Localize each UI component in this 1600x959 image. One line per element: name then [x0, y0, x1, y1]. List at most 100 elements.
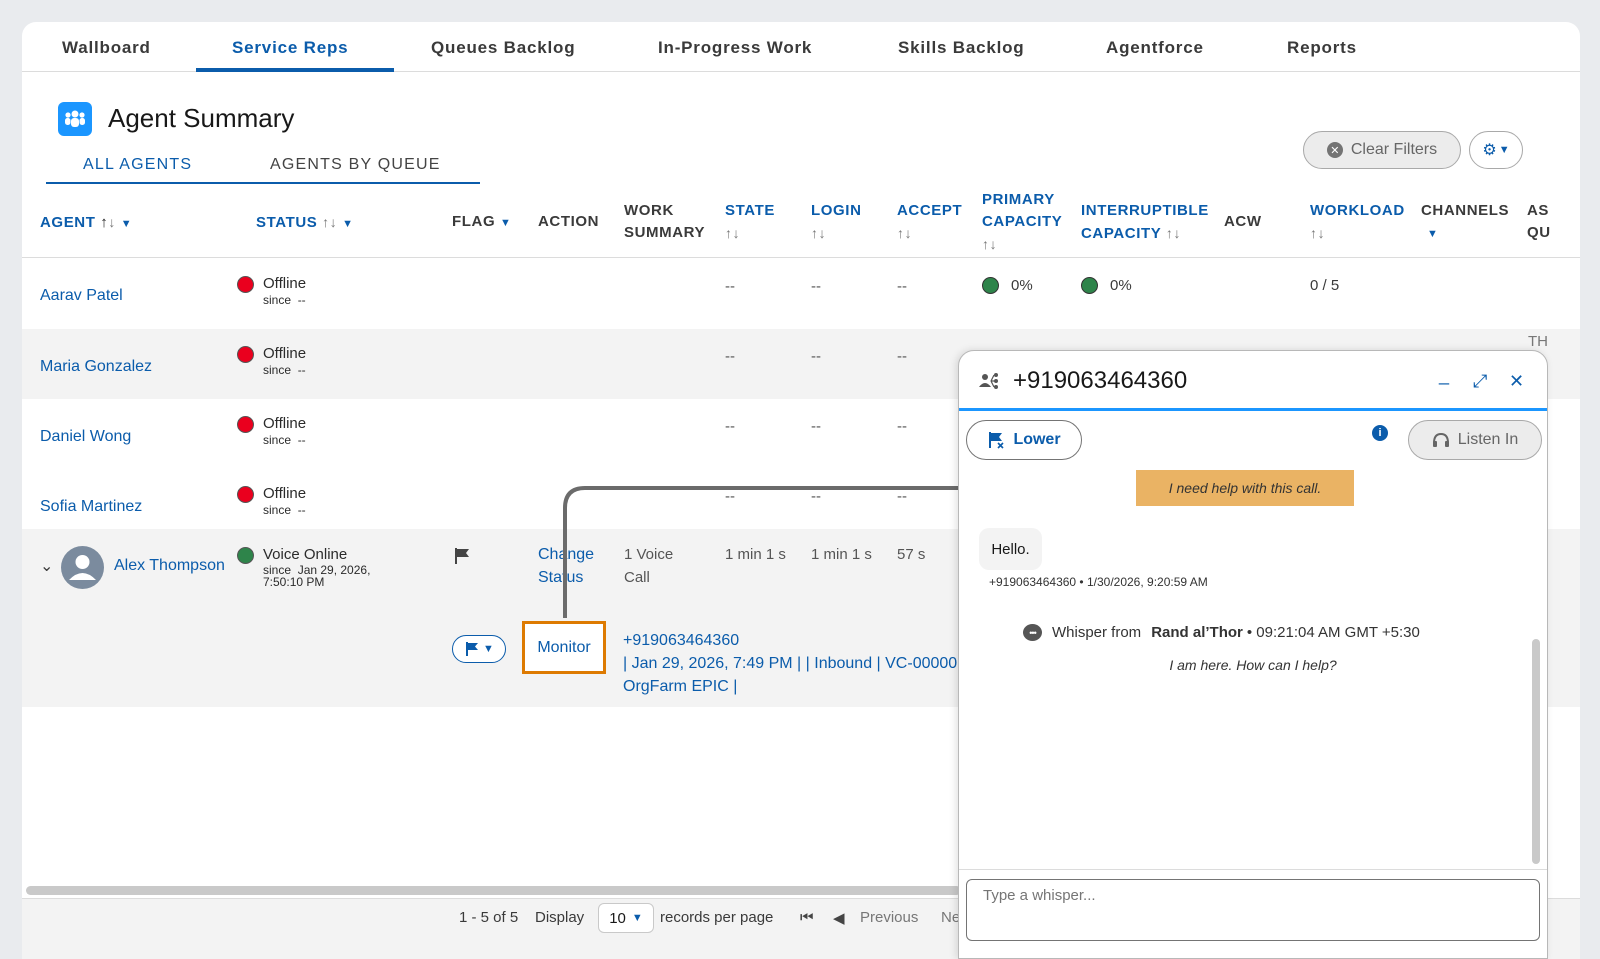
flag-lower-icon: [989, 432, 1005, 449]
column-primary-capacity-line2: CAPACITY: [982, 213, 1063, 230]
close-icon[interactable]: ✕: [1509, 371, 1524, 392]
page-size-select[interactable]: 10 ▼: [598, 903, 654, 933]
tab-reports[interactable]: Reports: [1287, 38, 1357, 58]
sort-icon: ↓: [108, 214, 116, 230]
lower-label: Lower: [1013, 431, 1061, 448]
work-item-details[interactable]: | Jan 29, 2026, 7:49 PM | | Inbound | VC…: [623, 652, 957, 675]
column-state[interactable]: STATE ↑↓: [725, 200, 775, 244]
status-text: Offline: [263, 415, 307, 432]
panel-title: +919063464360: [1013, 367, 1188, 394]
table-header: AGENT ↑↓ ▼ STATUS ↑↓ ▼ FLAG ▼ ACTION WOR…: [22, 185, 1580, 258]
horizontal-scrollbar[interactable]: [26, 886, 961, 895]
state-value: --: [725, 488, 735, 505]
workload-value: 0 / 5: [1310, 277, 1340, 294]
tab-wallboard[interactable]: Wallboard: [62, 38, 151, 58]
online-status-icon: [237, 547, 254, 564]
chevron-down-icon: ▼: [342, 218, 354, 230]
first-page-icon[interactable]: ⏮: [800, 909, 814, 926]
table-row: Aarav Patel Offline since -- -- -- -- 0%…: [22, 259, 1580, 329]
gear-icon: ⚙: [1482, 142, 1497, 159]
column-interruptible-capacity[interactable]: INTERRUPTIBLE CAPACITY ↑↓: [1081, 200, 1209, 245]
change-status-link-line1[interactable]: Change: [538, 546, 594, 564]
column-interruptible-capacity-line2: CAPACITY: [1081, 225, 1162, 242]
agent-link[interactable]: Daniel Wong: [40, 428, 131, 446]
previous-icon[interactable]: ◀: [833, 909, 845, 927]
column-accept[interactable]: ACCEPT ↑↓: [897, 200, 962, 244]
whisper-time: • 09:21:04 AM GMT +5:30: [1246, 624, 1420, 641]
agent-link[interactable]: Maria Gonzalez: [40, 358, 152, 376]
offline-status-icon: [237, 486, 254, 503]
column-assigned-queues: AS QU: [1527, 200, 1551, 244]
chat-message-bubble: Hello.: [979, 528, 1042, 570]
column-work-summary: WORK SUMMARY: [624, 200, 705, 244]
work-item-queue[interactable]: OrgFarm EPIC |: [623, 675, 737, 698]
column-flag[interactable]: FLAG ▼: [452, 211, 512, 234]
capacity-status-icon: [1081, 277, 1098, 294]
clear-filters-label: Clear Filters: [1350, 141, 1438, 158]
agent-link[interactable]: Sofia Martinez: [40, 498, 142, 516]
chat-message-meta: +919063464360 • 1/30/2026, 9:20:59 AM: [989, 575, 1208, 589]
column-channels[interactable]: CHANNELS ▼: [1421, 200, 1509, 245]
sort-icon: ↑↓: [811, 225, 827, 241]
status-since: since --: [263, 363, 306, 377]
flag-icon: [466, 642, 479, 656]
whisper-prefix: Whisper from: [1052, 624, 1142, 641]
work-item-phone-link[interactable]: +919063464360: [623, 629, 739, 652]
column-qu-line2: QU: [1527, 224, 1551, 241]
minimize-icon[interactable]: _: [1439, 365, 1449, 386]
monitor-button[interactable]: Monitor: [522, 621, 606, 674]
page-title: Agent Summary: [108, 103, 295, 133]
records-per-page-label: records per page: [660, 909, 774, 926]
column-agent-label: AGENT: [40, 214, 96, 231]
state-value: --: [725, 348, 735, 365]
accept-value: --: [897, 278, 907, 295]
chevron-down-icon: ▼: [1498, 144, 1510, 156]
whisper-compose: [959, 869, 1547, 958]
tab-agentforce[interactable]: Agentforce: [1106, 38, 1204, 58]
change-status-link-line2[interactable]: Status: [538, 569, 583, 587]
expand-icon[interactable]: ⤢: [1473, 371, 1487, 392]
listen-in-button[interactable]: Listen In: [1408, 420, 1542, 460]
column-login[interactable]: LOGIN ↑↓: [811, 200, 862, 244]
accept-value: 57 s: [897, 546, 926, 563]
tab-service-reps[interactable]: Service Reps: [232, 38, 348, 58]
login-value: 1 min 1 s: [811, 546, 872, 563]
agent-link[interactable]: Aarav Patel: [40, 287, 123, 305]
offline-status-icon: [237, 416, 254, 433]
login-value: --: [811, 278, 821, 295]
tab-all-agents[interactable]: ALL AGENTS: [83, 156, 192, 174]
lower-flag-button[interactable]: Lower: [966, 420, 1082, 460]
status-text: Offline: [263, 275, 307, 292]
sort-icon: ↑↓: [725, 225, 741, 241]
tab-in-progress-work[interactable]: In-Progress Work: [658, 38, 812, 58]
tab-agents-by-queue[interactable]: AGENTS BY QUEUE: [270, 156, 441, 174]
column-agent[interactable]: AGENT ↑↓ ▼: [40, 211, 132, 235]
accept-value: --: [897, 348, 907, 365]
tab-queues-backlog[interactable]: Queues Backlog: [431, 38, 575, 58]
whisper-message: I am here. How can I help?: [1169, 657, 1337, 673]
whisper-input[interactable]: [966, 879, 1540, 941]
column-login-label: LOGIN: [811, 202, 862, 219]
tab-skills-backlog[interactable]: Skills Backlog: [898, 38, 1024, 58]
interruptible-capacity-value: 0%: [1110, 277, 1132, 294]
settings-menu-button[interactable]: ⚙ ▼: [1469, 131, 1523, 169]
avatar-icon: [61, 546, 104, 589]
status-since: since --: [263, 503, 306, 517]
column-workload[interactable]: WORKLOAD ↑↓: [1310, 200, 1405, 244]
info-icon[interactable]: i: [1372, 425, 1388, 441]
chevron-down-icon: ▼: [483, 643, 494, 655]
sub-tab-indicator: [46, 182, 480, 184]
column-acw: ACW: [1224, 213, 1262, 230]
previous-page-link[interactable]: Previous: [860, 909, 918, 926]
agent-link[interactable]: Alex Thompson: [114, 557, 225, 575]
work-summary-line2: Call: [624, 569, 650, 586]
column-primary-capacity[interactable]: PRIMARY CAPACITY ↑↓: [982, 189, 1062, 255]
column-status[interactable]: STATUS ↑↓ ▼: [256, 211, 354, 235]
panel-scrollbar[interactable]: [1532, 639, 1540, 864]
record-range: 1 - 5 of 5: [459, 909, 519, 926]
flag-menu-button[interactable]: ▼: [452, 635, 506, 663]
chevron-down-icon[interactable]: ⌄: [40, 556, 53, 576]
panel-header: +919063464360 _ ⤢ ✕: [959, 351, 1547, 411]
clear-filters-button[interactable]: ✕ Clear Filters: [1303, 131, 1461, 169]
chat-bubble-icon: •••: [1023, 624, 1042, 641]
